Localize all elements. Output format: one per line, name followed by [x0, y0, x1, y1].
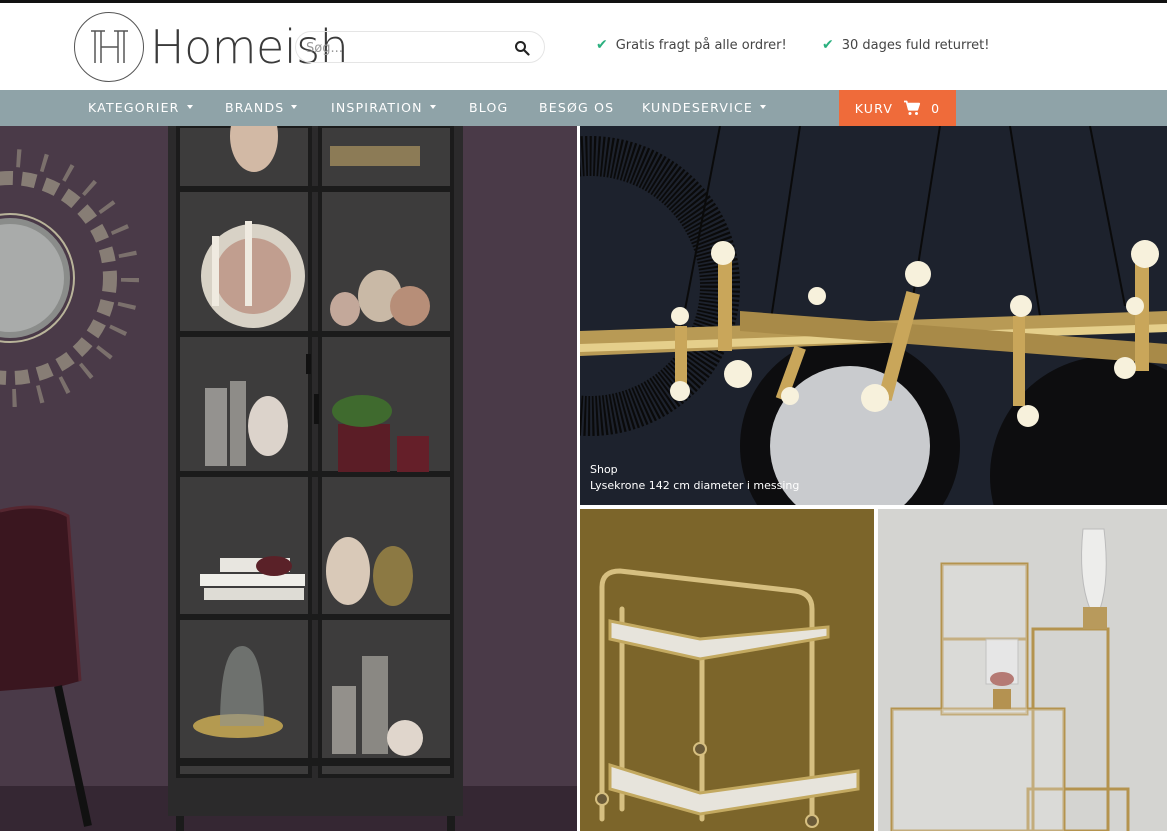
chandelier-photo — [580, 126, 1167, 505]
shelves-photo — [878, 509, 1167, 831]
check-icon: ✔ — [822, 37, 834, 53]
featured-product-tile[interactable]: Shop Lysekrone 142 cm diameter i messing — [580, 126, 1167, 505]
nav-item-besoeg-os[interactable]: BESØG OS — [539, 90, 614, 126]
bar-cart-photo — [580, 509, 874, 831]
nav-item-label: KUNDESERVICE — [642, 100, 753, 115]
usp-returns: ✔ 30 dages fuld returret! — [822, 37, 989, 53]
nav-item-kategorier[interactable]: KATEGORIER — [88, 90, 193, 126]
nav-item-brands[interactable]: BRANDS — [225, 90, 298, 126]
nav-item-inspiration[interactable]: INSPIRATION — [331, 90, 436, 126]
nav-item-label: INSPIRATION — [331, 100, 423, 115]
logo-mark-icon — [74, 12, 144, 82]
cabinet-photo — [0, 126, 577, 831]
search-box — [295, 31, 545, 63]
usp-free-shipping: ✔ Gratis fragt på alle ordrer! — [596, 37, 787, 53]
nav-item-label: BRANDS — [225, 100, 285, 115]
tile-title: Lysekrone 142 cm diameter i messing — [590, 479, 800, 492]
tile-caption: Shop Lysekrone 142 cm diameter i messing — [590, 462, 799, 494]
search-input[interactable] — [306, 37, 506, 59]
cart-button[interactable]: KURV 0 — [839, 90, 956, 126]
nav-item-blog[interactable]: BLOG — [469, 90, 508, 126]
cart-count: 0 — [931, 100, 941, 116]
caret-down-icon — [429, 105, 436, 109]
nav-item-label: KATEGORIER — [88, 100, 180, 115]
check-icon: ✔ — [596, 37, 608, 53]
hero-image-cabinet[interactable] — [0, 126, 577, 831]
nav-item-kundeservice[interactable]: KUNDESERVICE — [642, 90, 766, 126]
search-icon[interactable] — [514, 40, 530, 56]
usp-text: 30 dages fuld returret! — [841, 37, 990, 53]
nav-item-label: BLOG — [469, 100, 509, 115]
product-tile-bar-cart[interactable] — [580, 509, 874, 831]
product-tile-shelves[interactable] — [878, 509, 1167, 831]
caret-down-icon — [759, 105, 766, 109]
usp-text: Gratis fragt på alle ordrer! — [615, 37, 787, 53]
tile-kicker: Shop — [590, 463, 618, 476]
caret-down-icon — [186, 105, 193, 109]
main-nav: KATEGORIER BRANDS INSPIRATION BLOG BESØG… — [0, 90, 1167, 126]
nav-item-label: BESØG OS — [539, 100, 615, 115]
cart-icon — [904, 100, 921, 115]
site-header: Homeish ✔ Gratis fragt på alle ordrer! ✔… — [0, 3, 1167, 90]
caret-down-icon — [291, 105, 298, 109]
cart-label: KURV — [854, 100, 894, 116]
